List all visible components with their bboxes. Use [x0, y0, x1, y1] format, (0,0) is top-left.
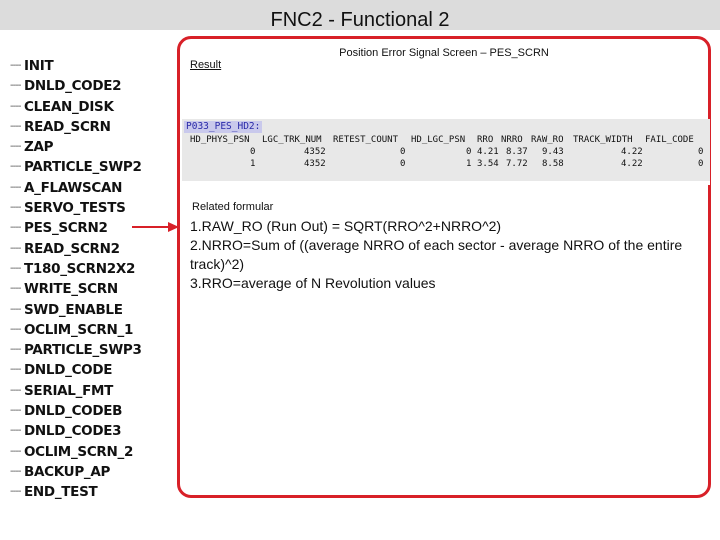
tree-item[interactable]: ---- T180_SCRN2X2 — [10, 259, 170, 279]
tree-connector-icon: ---- — [10, 486, 21, 498]
table-cell: 0 — [250, 147, 256, 157]
result-label: Result — [190, 59, 222, 71]
column-header: RRO — [477, 135, 494, 145]
table-cell: 9.43 — [542, 147, 564, 157]
table-cell: 0 — [698, 147, 704, 157]
tree-connector-icon: ---- — [10, 120, 21, 132]
tree-connector-icon: ---- — [10, 141, 21, 153]
tree-item[interactable]: ---- A_FLAWSCAN — [10, 178, 170, 198]
tree-item[interactable]: ---- WRITE_SCRN — [10, 279, 170, 299]
tree-connector-icon: ---- — [10, 161, 21, 173]
table-cell: 1 — [250, 159, 256, 169]
tree-item[interactable]: ---- CLEAN_DISK — [10, 97, 170, 117]
table-cell: 0 — [400, 159, 406, 169]
tree-item[interactable]: ---- DNLD_CODE — [10, 360, 170, 380]
tree-item[interactable]: ---- SERVO_TESTS — [10, 198, 170, 218]
formula-label: Related formular — [192, 201, 274, 213]
table-cell: 0 — [698, 159, 704, 169]
table-cell: 1 — [466, 159, 472, 169]
tree-connector-icon: ---- — [10, 384, 21, 396]
console-edge — [288, 181, 710, 185]
table-cell: 4352 — [304, 147, 326, 157]
tree-item[interactable]: ---- SWD_ENABLE — [10, 300, 170, 320]
column-header: TRACK_WIDTH — [573, 135, 633, 145]
panel-title: Position Error Signal Screen – PES_SCRN — [339, 47, 549, 59]
tree-item[interactable]: ---- DNLD_CODE2 — [10, 76, 170, 96]
table-cell: 3.54 — [477, 159, 499, 169]
tree-item[interactable]: ---- PARTICLE_SWP3 — [10, 340, 170, 360]
tree-connector-icon: ---- — [10, 303, 21, 315]
tree-item[interactable]: ---- BACKUP_AP — [10, 462, 170, 482]
tree-connector-icon: ---- — [10, 323, 21, 335]
table-cell: 0 — [400, 147, 406, 157]
command-text: P033_PES_HD2: — [184, 121, 263, 133]
tree-connector-icon: ---- — [10, 344, 21, 356]
pointer-arrow-icon — [132, 222, 179, 232]
result-table: HD_PHYS_PSN LGC_TRK_NUM RETEST_COUNT HD_… — [190, 134, 710, 170]
tree-connector-icon: ---- — [10, 262, 21, 274]
column-header: RETEST_COUNT — [333, 135, 399, 145]
result-console: P033_PES_HD2: HD_PHYS_PSN LGC_TRK_NUM RE… — [182, 119, 710, 181]
formula-item: 3.RRO=average of N Revolution values — [190, 275, 436, 291]
table-row: 0 4352 0 0 4.21 8.37 9.43 4.22 0 — [190, 146, 710, 158]
table-cell: 4.22 — [621, 147, 643, 157]
tree-item[interactable]: ---- OCLIM_SCRN_2 — [10, 442, 170, 462]
tree-item[interactable]: ---- SERIAL_FMT — [10, 381, 170, 401]
column-header: LGC_TRK_NUM — [262, 135, 322, 145]
tree-item[interactable]: ---- INIT — [10, 56, 170, 76]
table-cell: 4.21 — [477, 147, 499, 157]
table-cell: 4352 — [304, 159, 326, 169]
table-cell: 8.37 — [506, 147, 528, 157]
tree-item[interactable]: ---- DNLD_CODEB — [10, 401, 170, 421]
detail-panel: Position Error Signal Screen – PES_SCRN … — [177, 36, 711, 498]
column-header: NRRO — [501, 135, 523, 145]
tree-connector-icon: ---- — [10, 405, 21, 417]
tree-item[interactable]: ---- READ_SCRN — [10, 117, 170, 137]
tree-connector-icon: ---- — [10, 425, 21, 437]
tree-item[interactable]: ---- OCLIM_SCRN_1 — [10, 320, 170, 340]
column-header: HD_PHYS_PSN — [190, 135, 250, 145]
tree-connector-icon: ---- — [10, 80, 21, 92]
formula-list: 1.RAW_RO (Run Out) = SQRT(RRO^2+NRRO^2) … — [190, 217, 690, 293]
tree-connector-icon: ---- — [10, 445, 21, 457]
column-header: FAIL_CODE — [645, 135, 694, 145]
test-tree: ---- INIT ---- DNLD_CODE2 ---- CLEAN_DISK -… — [10, 56, 170, 503]
tree-item[interactable]: ---- DNLD_CODE3 — [10, 421, 170, 441]
formula-item: 2.NRRO=Sum of ((average NRRO of each sec… — [190, 237, 683, 272]
column-header: HD_LGC_PSN — [411, 135, 466, 145]
page-title: FNC2 - Functional 2 — [270, 9, 450, 31]
tree-connector-icon: ---- — [10, 242, 21, 254]
tree-item[interactable]: ---- END_TEST — [10, 482, 170, 502]
formula-item: 1.RAW_RO (Run Out) = SQRT(RRO^2+NRRO^2) — [190, 218, 502, 234]
table-header-row: HD_PHYS_PSN LGC_TRK_NUM RETEST_COUNT HD_… — [190, 134, 710, 146]
tree-item[interactable]: ---- ZAP — [10, 137, 170, 157]
table-cell: 8.58 — [542, 159, 564, 169]
tree-connector-icon: ---- — [10, 60, 21, 71]
table-cell: 0 — [466, 147, 472, 157]
table-cell: 7.72 — [506, 159, 528, 169]
tree-item[interactable]: ---- PARTICLE_SWP2 — [10, 157, 170, 177]
table-cell: 4.22 — [621, 159, 643, 169]
column-header: RAW_RO — [531, 135, 564, 145]
tree-connector-icon: ---- — [10, 222, 21, 234]
tree-connector-icon: ---- — [10, 100, 21, 112]
tree-connector-icon: ---- — [10, 181, 21, 193]
tree-connector-icon: ---- — [10, 283, 21, 295]
tree-connector-icon: ---- — [10, 465, 21, 477]
tree-item[interactable]: ---- READ_SCRN2 — [10, 239, 170, 259]
tree-connector-icon: ---- — [10, 364, 21, 376]
table-row: 1 4352 0 1 3.54 7.72 8.58 4.22 0 — [190, 158, 710, 170]
tree-connector-icon: ---- — [10, 202, 21, 214]
